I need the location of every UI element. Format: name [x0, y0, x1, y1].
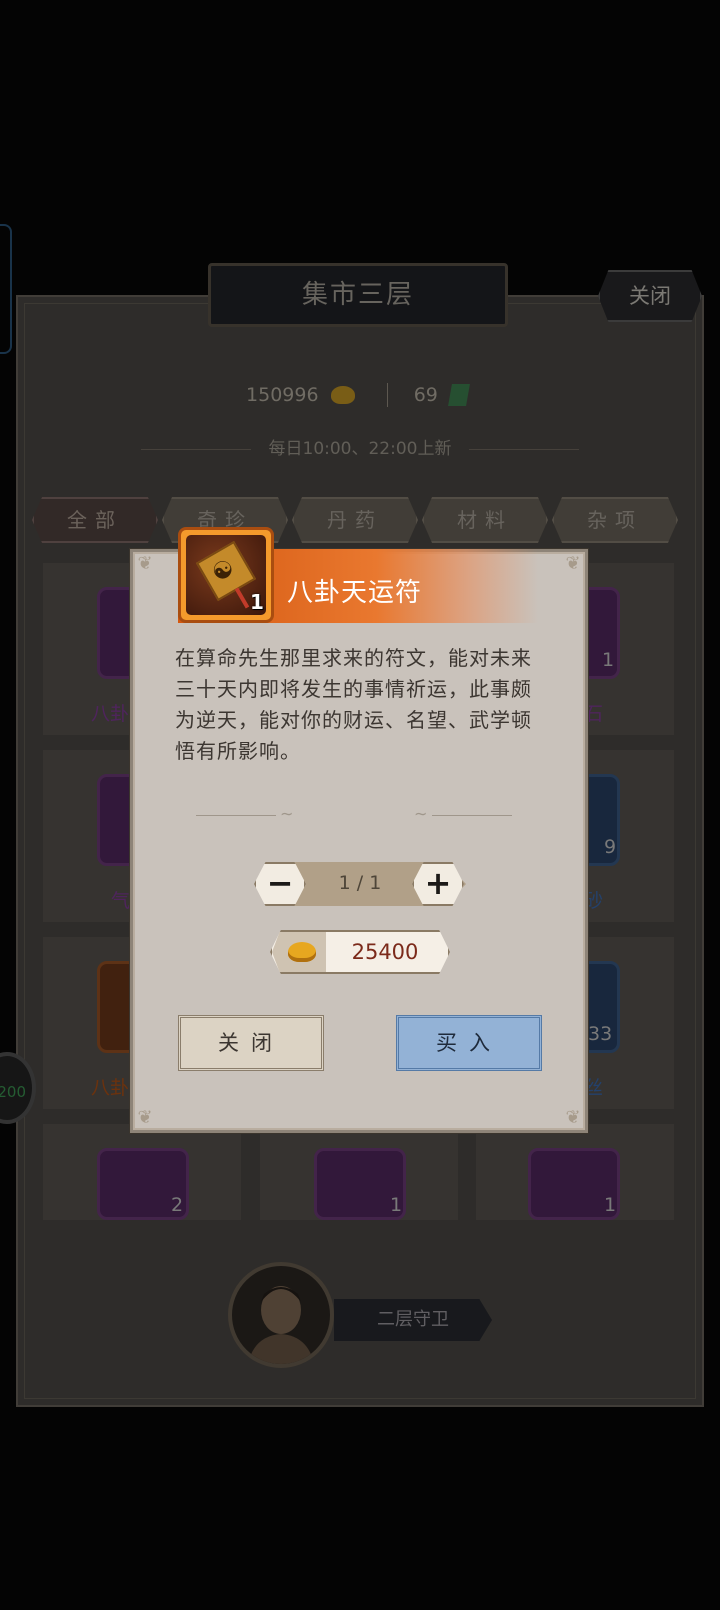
- close-button[interactable]: 关闭: [178, 1015, 324, 1071]
- divider-ornament: ∼ ∼: [196, 804, 526, 823]
- buy-button[interactable]: 买入: [396, 1015, 542, 1071]
- item-title: 八卦天运符: [287, 578, 423, 608]
- talisman-shape: [195, 540, 257, 602]
- talisman-tassel: [234, 587, 250, 609]
- price-value: 25400: [351, 940, 419, 964]
- corner-ornament-icon: ❦: [137, 553, 153, 574]
- item-count-badge: 1: [250, 590, 264, 614]
- minus-icon: −: [266, 864, 294, 902]
- corner-ornament-icon: ❦: [137, 1107, 153, 1128]
- corner-ornament-icon: ❦: [565, 1107, 581, 1128]
- item-description: 在算命先生那里求来的符文，能对未来三十天内即将发生的事情祈运，此事颇为逆天，能对…: [175, 646, 532, 763]
- quantity-value: 1 / 1: [338, 872, 382, 894]
- gold-ingot-icon: [288, 942, 316, 962]
- corner-ornament-icon: ❦: [565, 553, 581, 574]
- plus-icon: +: [424, 864, 452, 902]
